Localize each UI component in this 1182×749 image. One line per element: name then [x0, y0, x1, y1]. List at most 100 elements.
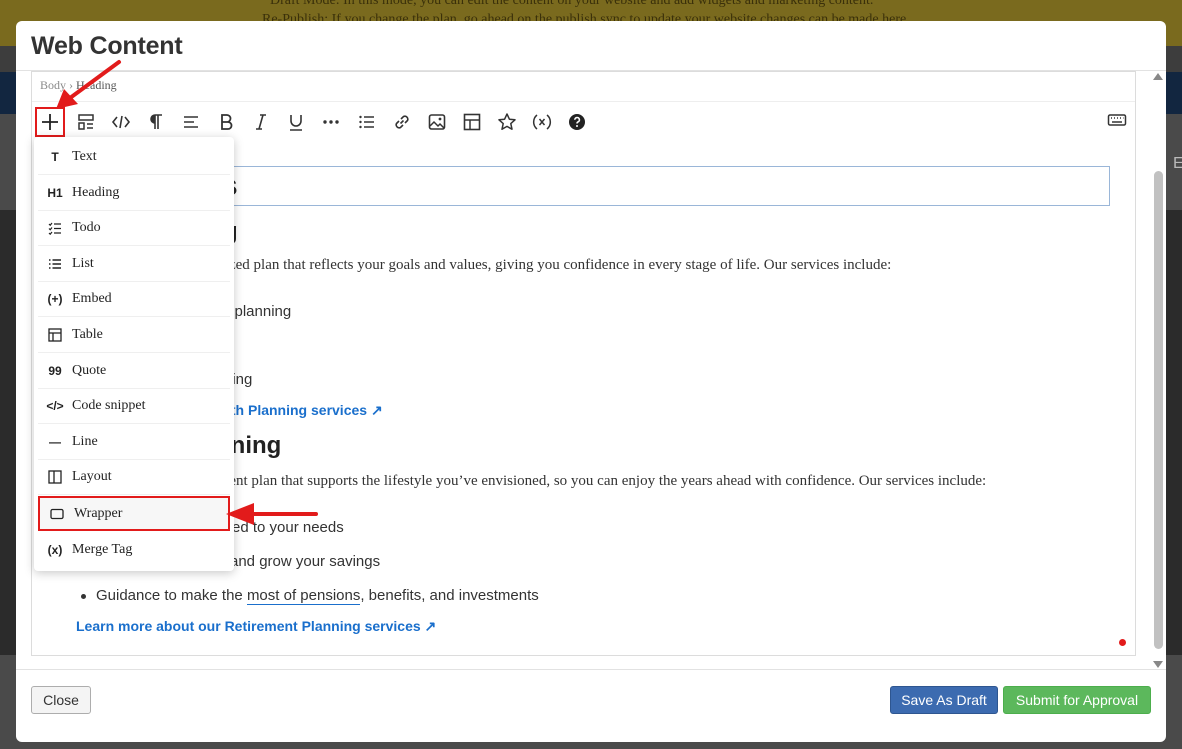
breadcrumb-root[interactable]: Body: [40, 78, 66, 92]
insert-block-button[interactable]: [35, 107, 65, 137]
code-icon: [111, 115, 131, 129]
web-content-modal: Web Content Body › Heading alized plan t…: [16, 21, 1166, 742]
image-button[interactable]: [423, 108, 451, 136]
modal-title: Web Content: [31, 32, 183, 60]
submit-for-approval-button[interactable]: Submit for Approval: [1003, 686, 1151, 714]
keyboard-shortcuts-button[interactable]: [1103, 106, 1131, 134]
list-bullet: [81, 594, 86, 599]
menu-item-embed[interactable]: (+) Embed: [38, 282, 230, 317]
save-as-draft-button[interactable]: Save As Draft: [890, 686, 998, 714]
menu-item-heading[interactable]: H1 Heading: [38, 176, 230, 211]
list-button[interactable]: [353, 108, 381, 136]
menu-item-code-snippet[interactable]: </> Code snippet: [38, 389, 230, 424]
list-item-text: Guidance to make the: [96, 587, 247, 604]
help-button[interactable]: [563, 108, 591, 136]
menu-item-text[interactable]: T Text: [38, 140, 230, 175]
variable-icon: [532, 114, 552, 130]
plus-icon: [42, 114, 58, 130]
todo-icon: [42, 221, 68, 235]
menu-item-label: Layout: [72, 469, 112, 484]
background-side-text: E: [1173, 155, 1182, 172]
menu-item-label: Quote: [72, 363, 107, 378]
code-button[interactable]: [107, 108, 135, 136]
merge-tag-icon: (x): [47, 542, 63, 557]
scroll-up-icon[interactable]: [1153, 73, 1163, 80]
menu-item-label: Merge Tag: [72, 541, 133, 557]
heading-block[interactable]: s: [202, 166, 1110, 206]
wealth-planning-link[interactable]: lth Planning services ↗: [227, 402, 383, 419]
link-button[interactable]: [388, 108, 416, 136]
help-icon: [569, 114, 585, 130]
wrapper-icon: [44, 507, 70, 521]
list-icon: [42, 257, 68, 271]
menu-item-table[interactable]: Table: [38, 318, 230, 353]
underline-button[interactable]: [282, 108, 310, 136]
close-button[interactable]: Close: [31, 686, 91, 714]
footer-divider: [16, 669, 1166, 670]
menu-item-layout[interactable]: Layout: [38, 460, 230, 495]
list-item[interactable]: Guidance to make the most of pensions, b…: [96, 587, 539, 605]
table-icon: [42, 328, 68, 342]
menu-item-list[interactable]: List: [38, 247, 230, 282]
table-icon: [463, 113, 481, 131]
more-icon: [323, 120, 339, 124]
link-icon: [395, 115, 409, 129]
line-icon: —: [49, 435, 61, 449]
editor-scrollbar[interactable]: [1152, 71, 1166, 671]
menu-item-label: Heading: [72, 185, 120, 200]
image-icon: [428, 114, 446, 130]
section-paragraph-wealth[interactable]: alized plan that reflects your goals and…: [214, 257, 891, 274]
menu-item-todo[interactable]: Todo: [38, 211, 230, 246]
table-button[interactable]: [458, 108, 486, 136]
banner-text-1: Draft Mode: In this mode, you can edit t…: [270, 0, 874, 8]
embed-icon: (+): [47, 292, 63, 306]
paragraph-button[interactable]: [142, 108, 170, 136]
more-button[interactable]: [317, 108, 345, 136]
menu-item-merge-tag[interactable]: (x) Merge Tag: [38, 532, 230, 567]
block-format-button[interactable]: [72, 108, 100, 136]
menu-item-label: Embed: [72, 291, 112, 306]
italic-icon: [256, 114, 266, 130]
list-icon: [359, 115, 374, 129]
menu-item-line[interactable]: — Line: [38, 425, 230, 460]
menu-item-label: Code snippet: [72, 398, 146, 413]
align-left-icon: [184, 116, 198, 128]
align-button[interactable]: [177, 108, 205, 136]
menu-item-label: Line: [72, 434, 98, 449]
block-format-icon: [78, 114, 94, 130]
status-dot: [1119, 639, 1126, 646]
breadcrumb: Body › Heading: [40, 78, 117, 93]
pensions-link[interactable]: most of pensions: [246, 587, 361, 605]
scrollbar-thumb[interactable]: [1154, 171, 1163, 649]
list-item-text: , benefits, and investments: [360, 587, 539, 604]
bold-icon: [221, 114, 233, 130]
menu-item-label: Wrapper: [74, 505, 123, 521]
list-item[interactable]: and grow your savings: [230, 553, 380, 570]
breadcrumb-current[interactable]: Heading: [76, 78, 117, 92]
breadcrumb-separator: ›: [69, 78, 74, 92]
keyboard-icon: [1107, 114, 1127, 126]
favorite-button[interactable]: [493, 108, 521, 136]
code-icon: </>: [46, 399, 64, 413]
star-icon: [498, 113, 516, 130]
paragraph-icon: [150, 114, 162, 129]
layout-icon: [42, 470, 68, 484]
menu-item-label: Text: [72, 149, 97, 164]
menu-item-label: Table: [72, 327, 103, 342]
text-icon: T: [51, 150, 59, 164]
quote-icon: 99: [48, 364, 62, 378]
retirement-planning-link[interactable]: Learn more about our Retirement Planning…: [76, 618, 436, 635]
italic-button[interactable]: [247, 108, 275, 136]
menu-item-label: Todo: [72, 220, 101, 235]
menu-item-wrapper[interactable]: Wrapper: [38, 496, 230, 531]
insert-block-menu: T Text H1 Heading Todo List (+) Embed Ta…: [34, 137, 234, 571]
variable-button[interactable]: [528, 108, 556, 136]
menu-item-quote[interactable]: 99 Quote: [38, 354, 230, 389]
section-paragraph-retirement[interactable]: ement plan that supports the lifestyle y…: [211, 473, 986, 490]
bold-button[interactable]: [212, 108, 240, 136]
breadcrumb-divider: [32, 101, 1135, 102]
list-item[interactable]: ed to your needs: [232, 519, 344, 536]
scroll-down-icon[interactable]: [1153, 661, 1163, 668]
underline-icon: [290, 115, 302, 131]
menu-item-label: List: [72, 256, 94, 271]
